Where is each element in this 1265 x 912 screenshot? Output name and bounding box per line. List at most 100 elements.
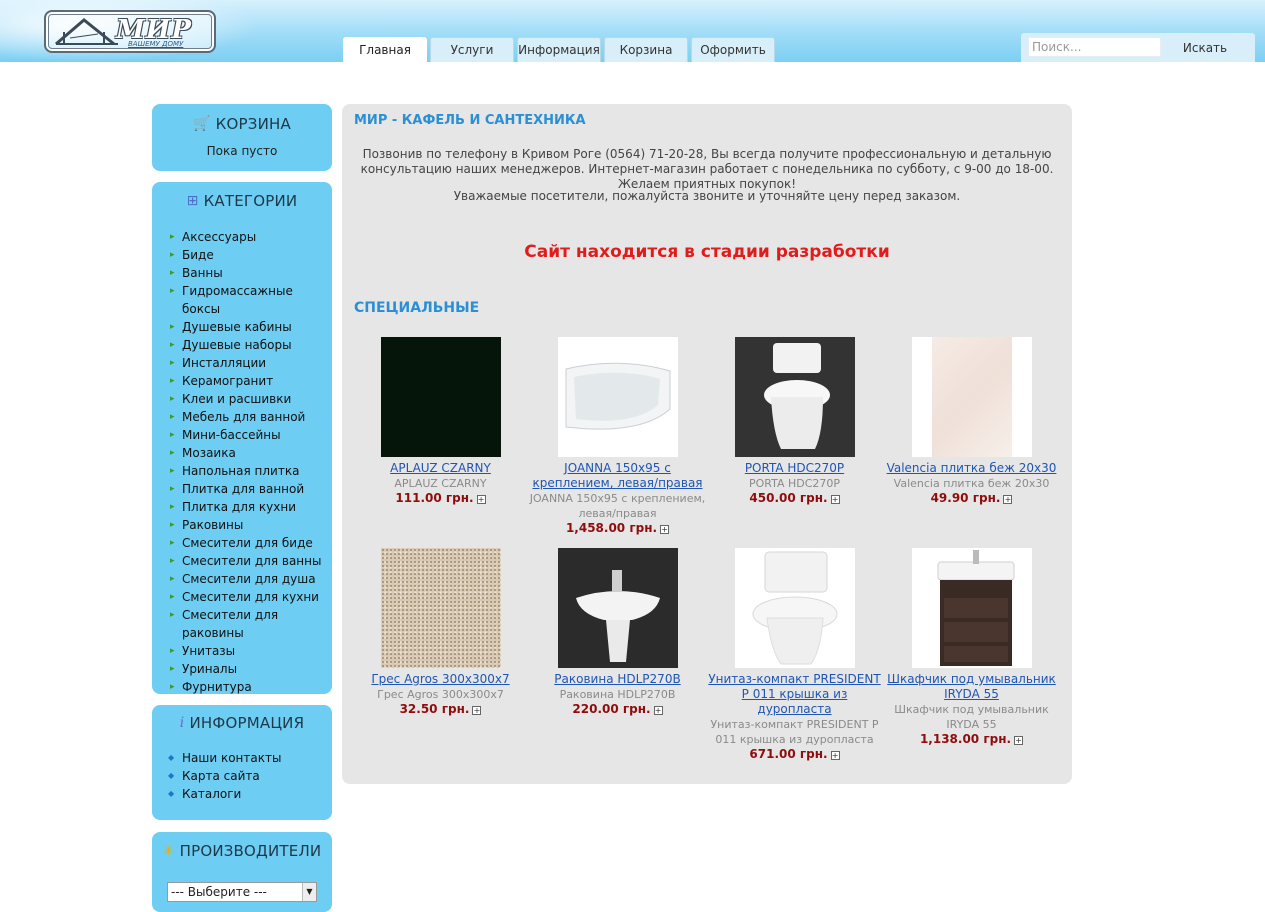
product-price-row: 1,138.00 грн. + [883,732,1060,747]
tab-home[interactable]: Главная [343,37,427,62]
category-item[interactable]: ▸ Мебель для ванной [170,408,332,426]
product-price: 1,458.00 грн. [565,521,658,535]
category-label: Ванны [182,266,223,280]
product-image[interactable] [380,548,501,668]
header: МИР ВАШЕМУ ДОМУ Главная Услуги Информаци… [0,0,1265,62]
product-image[interactable] [911,548,1032,668]
category-item[interactable]: ▸ Аксессуары [170,228,332,246]
category-item[interactable]: ▸ Смесители для раковины [170,606,332,642]
arrow-right-icon: ▸ [170,394,175,404]
product-image[interactable] [734,548,855,668]
info-link[interactable]: ◆ Карта сайта [168,767,332,785]
product-description: Унитаз-компакт PRESIDENT P 011 крышка из… [710,718,879,746]
arrow-right-icon: ▸ [170,466,175,476]
product-price: 49.90 грн. [930,491,1001,505]
search-button[interactable]: Искать [1169,41,1241,55]
arrow-right-icon: ▸ [170,268,175,278]
product-description: Грес Agros 300x300x7 [377,688,504,701]
product-name-link[interactable]: JOANNA 150x95 с креплением, левая/правая [529,461,706,491]
category-label: Душевые кабины [182,320,292,334]
product-name-link[interactable]: Раковина HDLP270B [529,672,706,687]
arrow-right-icon: ▸ [170,412,175,422]
diamond-bullet-icon: ◆ [168,771,175,780]
info-link[interactable]: ◆ Наши контакты [168,749,332,767]
product-price: 450.00 грн. [749,491,828,505]
category-item[interactable]: ▸ Инсталляции [170,354,332,372]
category-item[interactable]: ▸ Душевые наборы [170,336,332,354]
product-card: Грес Agros 300x300x7 Грес Agros 300x300x7… [352,548,529,717]
tab-services[interactable]: Услуги [430,37,514,62]
site-logo[interactable]: МИР ВАШЕМУ ДОМУ [44,10,216,53]
category-item[interactable]: ▸ Мини-бассейны [170,426,332,444]
arrow-right-icon: ▸ [170,448,175,458]
category-item[interactable]: ▸ Плитка для кухни [170,498,332,516]
add-to-cart-icon[interactable]: + [653,706,663,715]
main-content: МИР - КАФЕЛЬ И САНТЕХНИКА Позвонив по те… [342,104,1072,784]
add-to-cart-icon[interactable]: + [472,706,482,715]
info-link-label: Наши контакты [182,751,282,765]
info-link[interactable]: ◆ Каталоги [168,785,332,803]
sun-icon: ✳ [162,843,175,859]
category-label: Смесители для раковины [182,608,279,640]
diamond-bullet-icon: ◆ [168,753,175,762]
product-name-link[interactable]: Грес Agros 300x300x7 [352,672,529,687]
product-price: 32.50 грн. [399,702,470,716]
category-item[interactable]: ▸ Напольная плитка [170,462,332,480]
category-item[interactable]: ▸ Плитка для ванной [170,480,332,498]
category-item[interactable]: ▸ Биде [170,246,332,264]
arrow-right-icon: ▸ [170,232,175,242]
category-item[interactable]: ▸ Смесители для биде [170,534,332,552]
add-to-cart-icon[interactable]: + [476,495,486,504]
category-item[interactable]: ▸ Клеи и расшивки [170,390,332,408]
product-description: Valencia плитка беж 20x30 [893,477,1050,490]
product-image[interactable] [734,337,855,457]
product-image[interactable] [380,337,501,457]
product-name-link[interactable]: APLAUZ CZARNY [352,461,529,476]
product-image[interactable] [911,337,1032,457]
category-item[interactable]: ▸ Душевые кабины [170,318,332,336]
add-to-cart-icon[interactable]: + [830,751,840,760]
category-item[interactable]: ▸ Ванны [170,264,332,282]
add-to-cart-icon[interactable]: + [1003,495,1013,504]
category-label: Клеи и расшивки [182,392,292,406]
product-name-link[interactable]: Valencia плитка беж 20x30 [883,461,1060,476]
product-name-link[interactable]: Шкафчик под умывальник IRYDA 55 [883,672,1060,702]
category-label: Биде [182,248,214,262]
product-description: APLAUZ CZARNY [394,477,487,490]
product-card: APLAUZ CZARNY APLAUZ CZARNY 111.00 грн. + [352,337,529,506]
add-to-cart-icon[interactable]: + [830,495,840,504]
cart-box: 🛒 КОРЗИНА Пока пусто [152,104,332,171]
category-item[interactable]: ▸ Смесители для кухни [170,588,332,606]
search-input[interactable] [1028,37,1161,57]
product-card: Унитаз-компакт PRESIDENT P 011 крышка из… [706,548,883,762]
add-to-cart-icon[interactable]: + [1014,736,1024,745]
arrow-right-icon: ▸ [170,556,175,566]
category-item[interactable]: ▸ Керамогранит [170,372,332,390]
product-description: PORTA HDC270P [748,477,841,490]
product-name-link[interactable]: PORTA HDC270P [706,461,883,476]
product-description: Раковина HDLP270B [559,688,676,701]
tab-checkout[interactable]: Оформить [691,37,775,62]
category-item[interactable]: ▸ Смесители для ванны [170,552,332,570]
tab-cart[interactable]: Корзина [604,37,688,62]
product-card: JOANNA 150x95 с креплением, левая/правая… [529,337,706,536]
category-item[interactable]: ▸ Мозаика [170,444,332,462]
category-label: Унитазы [182,644,236,658]
diamond-bullet-icon: ◆ [168,789,175,798]
product-name-link[interactable]: Унитаз-компакт PRESIDENT P 011 крышка из… [706,672,883,717]
category-item[interactable]: ▸ Гидромассажные боксы [170,282,332,318]
manufacturer-select[interactable]: --- Выберите --- ▼ [167,882,317,902]
product-card: Шкафчик под умывальник IRYDA 55 Шкафчик п… [883,548,1060,747]
categories-title: КАТЕГОРИИ [203,192,298,210]
category-item[interactable]: ▸ Уриналы [170,660,332,678]
category-item[interactable]: ▸ Раковины [170,516,332,534]
product-image[interactable] [557,337,678,457]
category-item[interactable]: ▸ Смесители для душа [170,570,332,588]
category-label: Мини-бассейны [182,428,281,442]
arrow-right-icon: ▸ [170,286,175,296]
category-item[interactable]: ▸ Фурнитура [170,678,332,696]
tab-information[interactable]: Информация [517,37,601,62]
product-image[interactable] [557,548,678,668]
add-to-cart-icon[interactable]: + [660,525,670,534]
category-item[interactable]: ▸ Унитазы [170,642,332,660]
